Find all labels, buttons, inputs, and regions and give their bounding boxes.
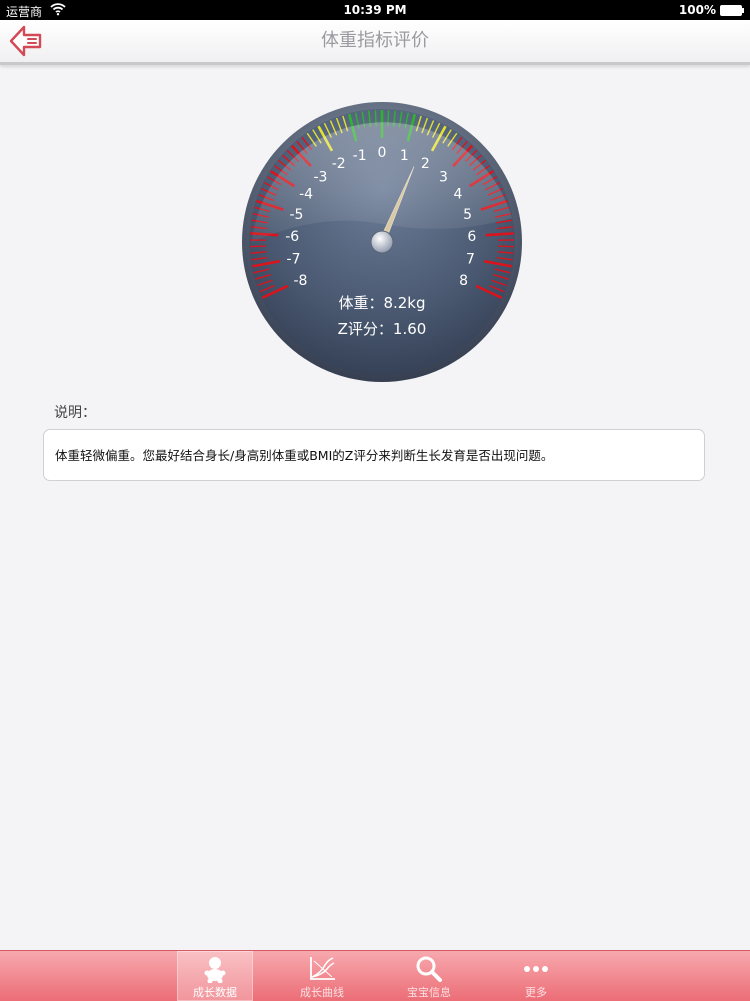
- description-label: 说明：: [54, 402, 96, 422]
- growth-chart-icon: [307, 955, 337, 983]
- z-score-readout: Z评分：1.60: [240, 318, 524, 339]
- navigation-bar: 体重指标评价: [0, 20, 750, 65]
- gauge-hub: [371, 231, 393, 253]
- tab-label: 宝宝信息: [391, 984, 467, 1000]
- gauge-minor-tick: [250, 246, 266, 247]
- weight-readout: 体重：8.2kg: [240, 292, 524, 313]
- more-dots-icon: [521, 955, 551, 983]
- gauge-tick-label: 8: [459, 273, 468, 289]
- tab-more[interactable]: 更多: [498, 951, 574, 1001]
- gauge-tick-label: -6: [285, 229, 299, 245]
- gauge-minor-tick: [498, 246, 514, 247]
- tab-label: 成长曲线: [284, 984, 360, 1000]
- tab-label: 更多: [498, 984, 574, 1000]
- tab-baby-info[interactable]: 宝宝信息: [391, 951, 467, 1001]
- status-bar: 运营商 10:39 PM 100%: [0, 0, 750, 20]
- tab-growth-data[interactable]: 成长数据: [177, 951, 253, 1001]
- z-score-gauge: -8-7-6-5-4-3-2-1012345678 体重：8.2kg Z评分：1…: [240, 100, 524, 384]
- gauge-tick-label: 7: [466, 252, 475, 268]
- tab-label: 成长数据: [177, 984, 253, 1000]
- gauge-major-tick: [486, 233, 514, 235]
- battery-percent: 100%: [679, 3, 716, 17]
- description-text: 体重轻微偏重。您最好结合身长/身高别体重或BMI的Z评分来判断生长发育是否出现问…: [55, 430, 553, 482]
- description-box: 体重轻微偏重。您最好结合身长/身高别体重或BMI的Z评分来判断生长发育是否出现问…: [43, 429, 705, 481]
- battery-icon: [720, 5, 742, 16]
- gauge-tick-label: -7: [287, 252, 301, 268]
- gauge-tick-label: 6: [467, 229, 476, 245]
- gauge-tick-label: -8: [293, 273, 307, 289]
- search-icon: [414, 955, 444, 983]
- status-time: 10:39 PM: [0, 3, 750, 17]
- tab-bar: 成长数据 成长曲线 宝宝信息 更多: [0, 950, 750, 1001]
- page-title: 体重指标评价: [0, 20, 750, 62]
- tab-growth-curve[interactable]: 成长曲线: [284, 951, 360, 1001]
- gauge-dial: -8-7-6-5-4-3-2-1012345678: [240, 100, 524, 384]
- baby-icon: [200, 955, 230, 983]
